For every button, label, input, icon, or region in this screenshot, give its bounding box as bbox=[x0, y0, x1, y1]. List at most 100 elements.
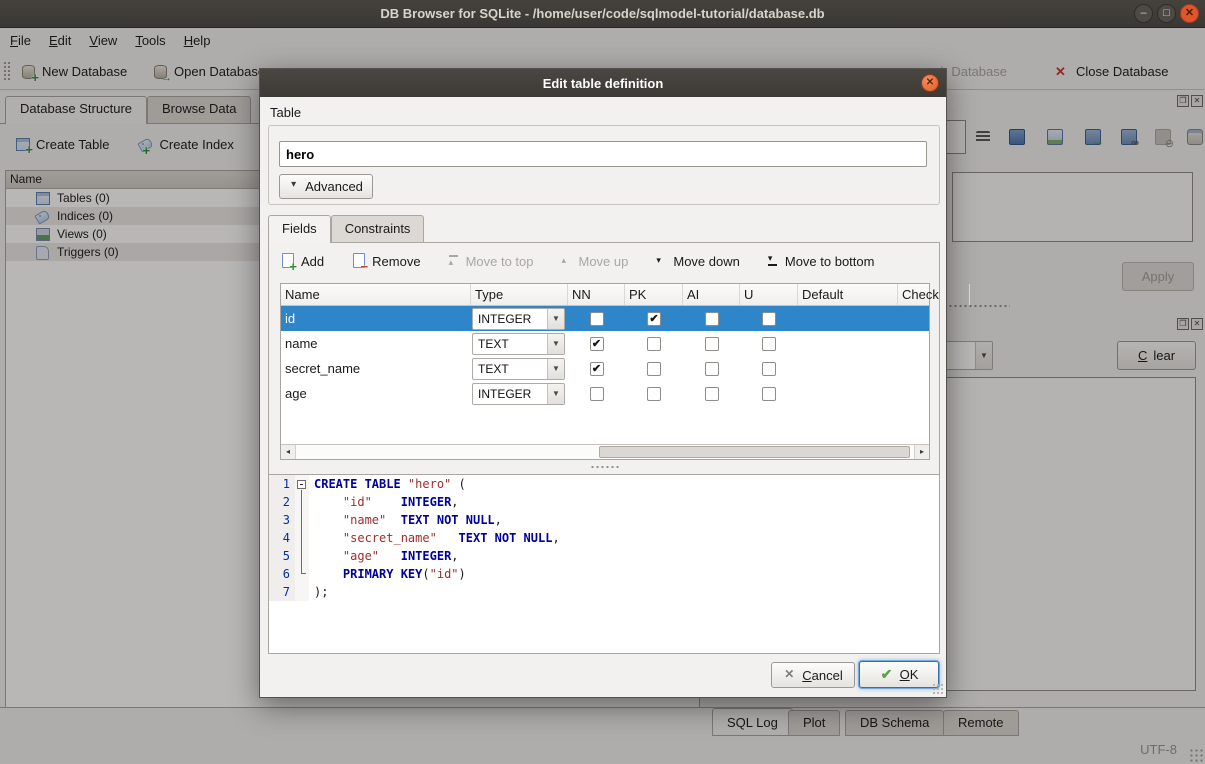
u-cell bbox=[740, 356, 798, 381]
field-row-secret-name[interactable]: secret_nameTEXT▼ ✔ bbox=[281, 356, 929, 381]
ai-checkbox[interactable] bbox=[705, 362, 719, 376]
line-number: 7 bbox=[269, 583, 295, 601]
maximize-icon[interactable]: □ bbox=[1157, 4, 1176, 23]
window-titlebar: DB Browser for SQLite - /home/user/code/… bbox=[0, 0, 1205, 28]
pk-checkbox[interactable] bbox=[647, 362, 661, 376]
check-cell[interactable] bbox=[898, 306, 970, 331]
field-type-combobox[interactable]: INTEGER ▼ bbox=[472, 308, 565, 330]
field-type-combobox[interactable]: INTEGER▼ bbox=[472, 383, 565, 405]
sql-code-text: ); bbox=[309, 583, 328, 601]
u-checkbox[interactable] bbox=[762, 337, 776, 351]
move-down-button[interactable]: Move down bbox=[654, 253, 739, 269]
default-cell[interactable] bbox=[798, 381, 898, 406]
u-cell bbox=[740, 381, 798, 406]
nn-checkbox[interactable] bbox=[590, 387, 604, 401]
field-row-age[interactable]: ageINTEGER▼ bbox=[281, 381, 929, 406]
u-checkbox[interactable] bbox=[762, 387, 776, 401]
line-number: 5 bbox=[269, 547, 295, 565]
field-name[interactable]: id bbox=[281, 306, 471, 331]
chevron-down-icon: ▼ bbox=[547, 334, 564, 354]
ai-cell bbox=[683, 331, 740, 356]
fold-margin bbox=[295, 475, 309, 493]
u-checkbox[interactable] bbox=[762, 362, 776, 376]
ai-checkbox[interactable] bbox=[705, 387, 719, 401]
nn-checkbox[interactable] bbox=[590, 312, 604, 326]
ai-checkbox[interactable] bbox=[705, 312, 719, 326]
sql-preview[interactable]: 1CREATE TABLE "hero" (2 "id" INTEGER,3 "… bbox=[268, 474, 940, 654]
default-cell[interactable] bbox=[798, 306, 898, 331]
sql-line-4: 4 "secret_name" TEXT NOT NULL, bbox=[269, 529, 939, 547]
table-groupbox: Advanced bbox=[268, 125, 940, 205]
nn-checkbox[interactable]: ✔ bbox=[590, 362, 604, 376]
sql-line-2: 2 "id" INTEGER, bbox=[269, 493, 939, 511]
remove-field-icon bbox=[350, 253, 367, 269]
line-number: 2 bbox=[269, 493, 295, 511]
dialog-resize-grip[interactable] bbox=[932, 683, 944, 695]
move-up-icon bbox=[560, 253, 574, 269]
check-cell[interactable] bbox=[898, 356, 970, 381]
sql-code-text: "secret_name" TEXT NOT NULL, bbox=[309, 529, 560, 547]
scrollbar-thumb[interactable] bbox=[599, 446, 910, 458]
nn-cell bbox=[568, 381, 625, 406]
splitter-handle[interactable] bbox=[590, 465, 620, 469]
column-header-u[interactable]: U bbox=[740, 284, 798, 305]
field-name[interactable]: name bbox=[281, 331, 471, 356]
ai-checkbox[interactable] bbox=[705, 337, 719, 351]
field-type-combobox[interactable]: TEXT▼ bbox=[472, 358, 565, 380]
table-name-input[interactable] bbox=[279, 141, 927, 167]
nn-checkbox[interactable]: ✔ bbox=[590, 337, 604, 351]
pk-checkbox[interactable] bbox=[647, 387, 661, 401]
ai-cell bbox=[683, 356, 740, 381]
dialog-close-icon[interactable]: ✕ bbox=[921, 74, 939, 92]
move-to-bottom-button[interactable]: Move to bottom bbox=[766, 253, 875, 269]
nn-cell: ✔ bbox=[568, 331, 625, 356]
scroll-right-icon[interactable]: ▸ bbox=[914, 445, 929, 459]
pk-checkbox[interactable]: ✔ bbox=[647, 312, 661, 326]
cancel-button[interactable]: Cancel bbox=[771, 662, 855, 688]
default-cell[interactable] bbox=[798, 356, 898, 381]
field-row-name[interactable]: nameTEXT▼ ✔ bbox=[281, 331, 929, 356]
horizontal-scrollbar[interactable]: ◂ ▸ bbox=[281, 444, 929, 459]
field-type-value: INTEGER bbox=[478, 312, 531, 326]
sql-line-6: 6 PRIMARY KEY("id") bbox=[269, 565, 939, 583]
minimize-icon[interactable]: – bbox=[1134, 4, 1153, 23]
pk-cell: ✔ bbox=[625, 306, 683, 331]
chevron-down-icon bbox=[289, 179, 299, 195]
field-row-id[interactable]: id INTEGER ▼ ✔ bbox=[281, 306, 929, 331]
u-checkbox[interactable] bbox=[762, 312, 776, 326]
column-header-check[interactable]: Check bbox=[898, 284, 970, 305]
column-header-type[interactable]: Type bbox=[471, 284, 568, 305]
chevron-down-icon: ▼ bbox=[547, 309, 564, 329]
sql-code-text: CREATE TABLE "hero" ( bbox=[309, 475, 466, 493]
column-header-nn[interactable]: NN bbox=[568, 284, 625, 305]
default-cell[interactable] bbox=[798, 331, 898, 356]
nn-cell: ✔ bbox=[568, 356, 625, 381]
dialog-title: Edit table definition bbox=[543, 76, 664, 91]
remove-label: Remove bbox=[372, 254, 420, 269]
tab-fields[interactable]: Fields bbox=[268, 215, 331, 243]
fold-collapse-icon[interactable] bbox=[297, 480, 306, 489]
check-cell[interactable] bbox=[898, 381, 970, 406]
remove-button[interactable]: Remove bbox=[350, 253, 420, 269]
field-type-combobox[interactable]: TEXT▼ bbox=[472, 333, 565, 355]
sql-code-text: "age" INTEGER, bbox=[309, 547, 459, 565]
column-header-name[interactable]: Name bbox=[281, 284, 471, 305]
field-name[interactable]: secret_name bbox=[281, 356, 471, 381]
check-cell[interactable] bbox=[898, 331, 970, 356]
close-icon[interactable]: ✕ bbox=[1180, 4, 1199, 23]
advanced-button[interactable]: Advanced bbox=[279, 174, 373, 199]
tab-constraints[interactable]: Constraints bbox=[331, 215, 425, 243]
scroll-left-icon[interactable]: ◂ bbox=[281, 445, 296, 459]
fold-margin bbox=[295, 547, 309, 565]
add-button[interactable]: Add bbox=[279, 253, 324, 269]
pk-checkbox[interactable] bbox=[647, 337, 661, 351]
column-header-pk[interactable]: PK bbox=[625, 284, 683, 305]
column-header-default[interactable]: Default bbox=[798, 284, 898, 305]
field-name[interactable]: age bbox=[281, 381, 471, 406]
column-header-ai[interactable]: AI bbox=[683, 284, 740, 305]
ai-cell bbox=[683, 381, 740, 406]
move-down-icon bbox=[654, 253, 668, 269]
move-down-label: Move down bbox=[673, 254, 739, 269]
ok-button[interactable]: OK bbox=[859, 661, 939, 688]
dialog-titlebar: Edit table definition ✕ bbox=[260, 69, 946, 97]
